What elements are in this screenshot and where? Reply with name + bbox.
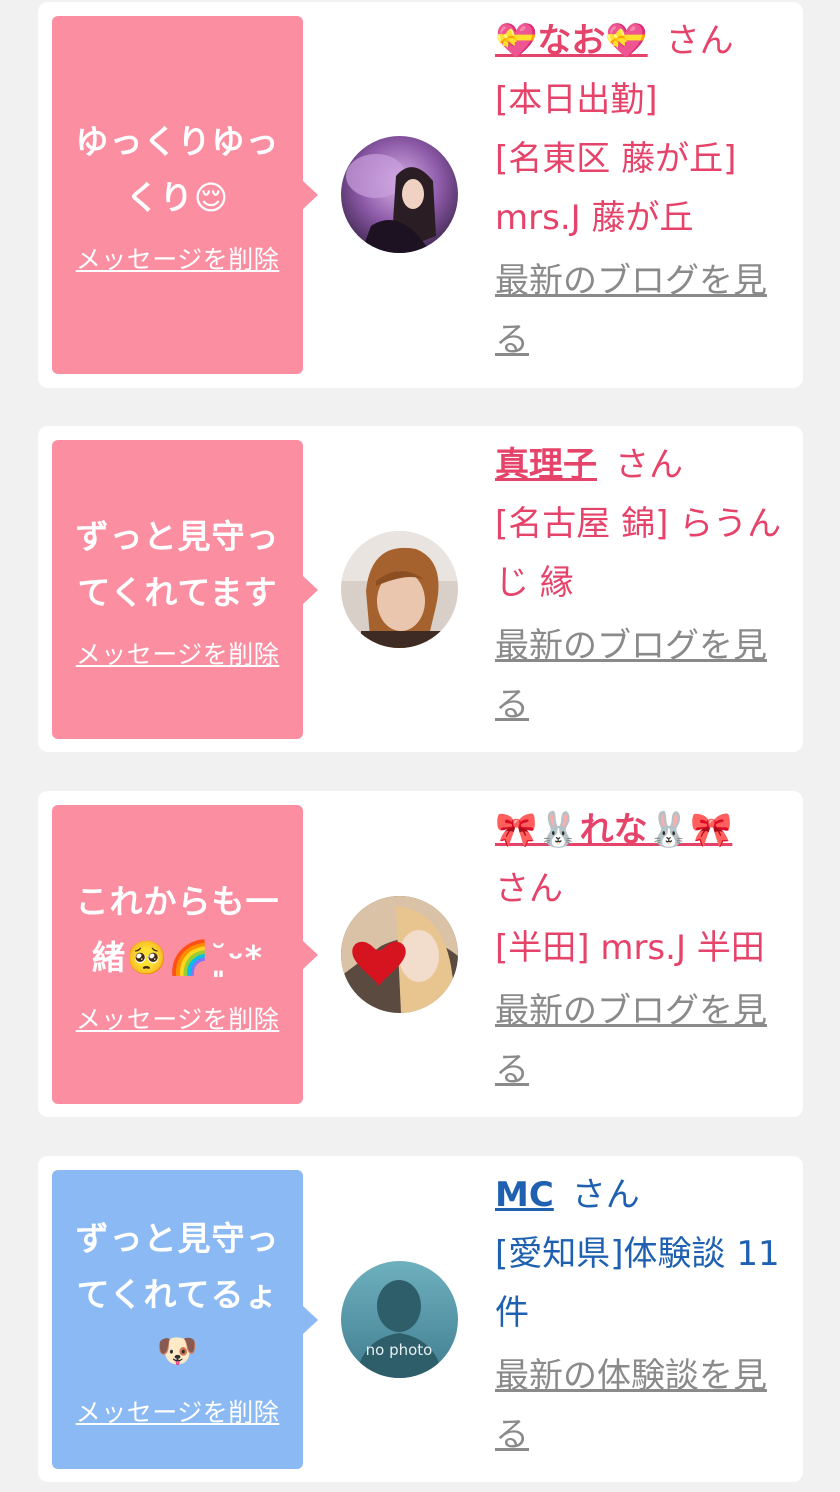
cast-info: 🎀🐰れな🐰🎀 さん [半田] mrs.J 半田 最新のブログを見る — [495, 801, 785, 1100]
honorific: さん — [615, 445, 683, 485]
latest-review-link[interactable]: 最新の体験談を見る — [495, 1347, 785, 1465]
shop-name: [名東区 藤が丘] mrs.J 藤が丘 — [495, 139, 737, 238]
cast-name-link[interactable]: 真理子 — [495, 445, 597, 485]
cast-info: 💝なお💝 さん [本日出勤] [名東区 藤が丘] mrs.J 藤が丘 最新のブログ… — [495, 12, 785, 370]
message-bubble: これからも一緒🥺🌈˘͈ᵕ* メッセージを削除 — [52, 805, 318, 1104]
latest-blog-link[interactable]: 最新のブログを見る — [495, 617, 785, 735]
latest-blog-link[interactable]: 最新のブログを見る — [495, 252, 785, 370]
message-bubble: ゆっくりゆっくり😌 メッセージを削除 — [52, 16, 318, 374]
cast-name-link[interactable]: 🎀🐰れな🐰🎀 — [495, 810, 732, 850]
message-card: ゆっくりゆっくり😌 メッセージを削除 � — [38, 2, 803, 388]
cast-info: 真理子 さん [名古屋 錦] らうんじ 縁 最新のブログを見る — [495, 436, 785, 735]
shop-name: [名古屋 錦] らうんじ 縁 — [495, 504, 782, 603]
profile-photo-icon — [341, 531, 458, 648]
work-status: [本日出勤] — [495, 80, 658, 120]
honorific: さん — [665, 21, 734, 61]
message-text: ずっと見守ってくれてるょ🐶 — [75, 1218, 280, 1370]
message-bubble: ずっと見守ってくれてるょ🐶 メッセージを削除 — [52, 1170, 318, 1469]
avatar[interactable] — [341, 136, 458, 253]
message-text: これからも一緒🥺🌈˘͈ᵕ* — [75, 881, 280, 977]
honorific: さん — [495, 869, 563, 909]
delete-message-link[interactable]: メッセージを削除 — [76, 635, 280, 671]
delete-message-link[interactable]: メッセージを削除 — [76, 1393, 280, 1429]
avatar[interactable] — [341, 896, 458, 1013]
no-photo-silhouette-icon: no photo — [341, 1261, 458, 1378]
honorific: さん — [571, 1175, 640, 1215]
no-photo-label: no photo — [366, 1341, 433, 1359]
member-name-link[interactable]: MC — [495, 1175, 554, 1215]
message-card: ずっと見守ってくれてます メッセージを削除 真理子 さん [名古屋 錦] らうんじ… — [38, 426, 803, 752]
profile-photo-icon — [341, 136, 458, 253]
avatar[interactable]: no photo — [341, 1261, 458, 1378]
message-list: ゆっくりゆっくり😌 メッセージを削除 � — [0, 0, 840, 1492]
delete-message-link[interactable]: メッセージを削除 — [76, 1000, 280, 1036]
shop-name: [半田] mrs.J 半田 — [495, 928, 765, 968]
cast-name-link[interactable]: 💝なお💝 — [495, 21, 648, 61]
message-card: ずっと見守ってくれてるょ🐶 メッセージを削除 no photo MC さん [愛知… — [38, 1156, 803, 1482]
avatar[interactable] — [341, 531, 458, 648]
message-bubble: ずっと見守ってくれてます メッセージを削除 — [52, 440, 318, 739]
latest-blog-link[interactable]: 最新のブログを見る — [495, 982, 785, 1100]
review-count: [愛知県]体験談 11件 — [495, 1234, 780, 1333]
cast-info: MC さん [愛知県]体験談 11件 最新の体験談を見る — [495, 1166, 785, 1465]
message-text: ずっと見守ってくれてます — [75, 516, 280, 612]
message-card: これからも一緒🥺🌈˘͈ᵕ* メッセージを削除 🎀🐰れな🐰🎀 さん [半田] mr… — [38, 791, 803, 1117]
profile-photo-icon — [341, 896, 458, 1013]
message-text: ゆっくりゆっくり😌 — [75, 122, 280, 217]
delete-message-link[interactable]: メッセージを削除 — [76, 240, 280, 276]
